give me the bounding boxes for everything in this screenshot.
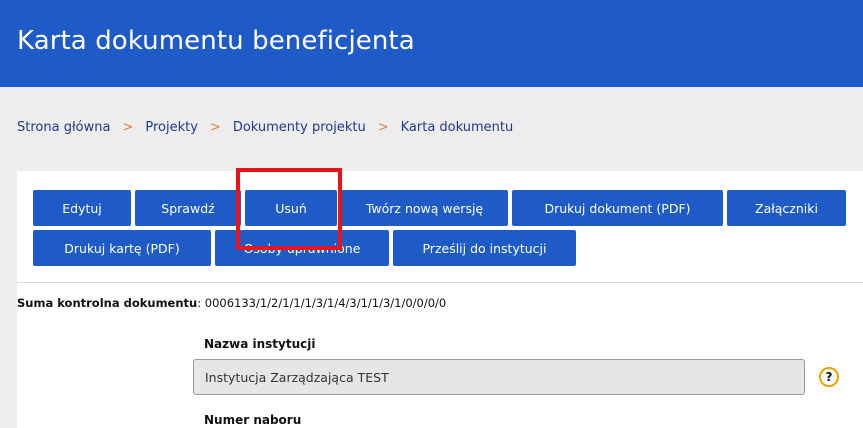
breadcrumb-separator: > <box>209 120 221 135</box>
breadcrumb-separator: > <box>122 120 134 135</box>
institution-name-label: Nazwa instytucji <box>204 337 316 351</box>
new-version-button[interactable]: Twórz nową wersję <box>341 190 508 226</box>
breadcrumb-current: Karta dokumentu <box>400 120 514 135</box>
print-document-button[interactable]: Drukuj dokument (PDF) <box>512 190 723 226</box>
breadcrumb: Strona główna > Projekty > Dokumenty projekt… <box>17 120 513 135</box>
authorized-persons-button[interactable]: Osoby uprawnione <box>215 230 389 266</box>
divider <box>17 282 863 283</box>
breadcrumb-projects[interactable]: Projekty <box>145 120 198 135</box>
institution-name-field[interactable] <box>193 359 805 395</box>
page-header: Karta dokumentu beneficjenta <box>0 0 863 87</box>
help-icon[interactable]: ? <box>819 367 839 387</box>
checksum-value: : 0006133/1/2/1/1/1/3/1/4/3/1/1/3/1/0/0/… <box>197 296 447 310</box>
edit-button[interactable]: Edytuj <box>33 190 131 226</box>
delete-button[interactable]: Usuń <box>245 190 337 226</box>
print-card-button[interactable]: Drukuj kartę (PDF) <box>33 230 211 266</box>
attachments-button[interactable]: Załączniki <box>727 190 846 226</box>
breadcrumb-home[interactable]: Strona główna <box>17 120 110 135</box>
page-title: Karta dokumentu beneficjenta <box>17 26 415 56</box>
check-button[interactable]: Sprawdź <box>135 190 241 226</box>
breadcrumb-project-documents[interactable]: Dokumenty projektu <box>233 120 366 135</box>
checksum-label: Suma kontrolna dokumentu <box>17 296 198 310</box>
checksum: Suma kontrolna dokumentu: 0006133/1/2/1/… <box>17 296 446 310</box>
breadcrumb-separator: > <box>377 120 389 135</box>
send-to-institution-button[interactable]: Prześlij do instytucji <box>393 230 576 266</box>
call-number-label: Numer naboru <box>204 413 302 427</box>
